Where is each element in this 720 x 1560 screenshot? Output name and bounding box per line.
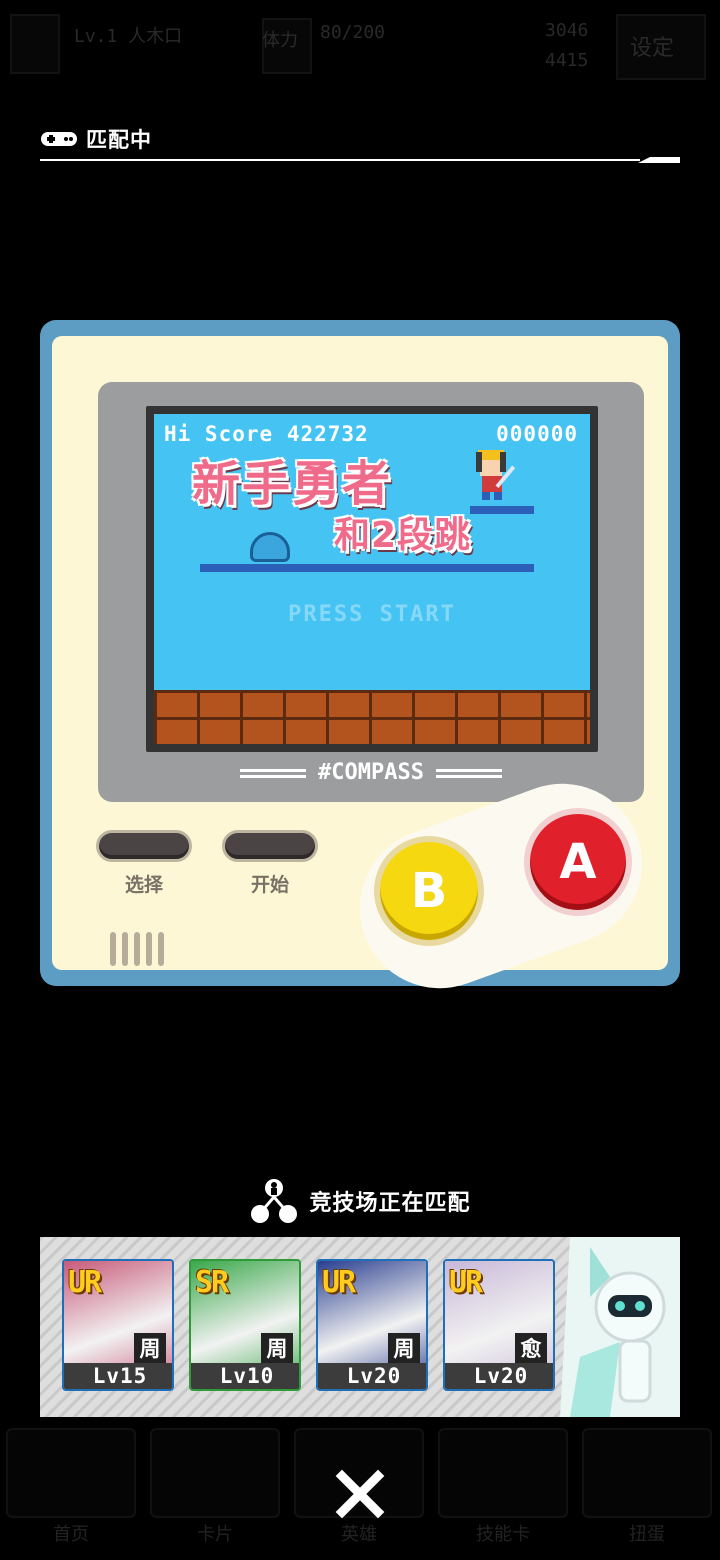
b-button[interactable]: B: [374, 836, 484, 946]
arena-status: 竞技场正在匹配: [0, 1176, 720, 1226]
grill-slot: [122, 932, 128, 966]
card-level: Lv15: [64, 1363, 172, 1389]
player-name: Lv.1 人木口: [74, 26, 183, 47]
screen-bezel: Hi Score 422732 000000 新手勇者 和2段跳 PRESS S…: [98, 382, 644, 802]
skill-card[interactable]: UR 愈 Lv20: [443, 1259, 555, 1391]
speaker-grill: [110, 932, 170, 966]
brand-dash-left: [240, 768, 307, 778]
card-rarity: UR: [322, 1265, 356, 1300]
coin-count-1: 3046: [545, 20, 589, 41]
grill-slot: [134, 932, 140, 966]
select-button[interactable]: [96, 830, 192, 862]
gamepad-icon: [40, 129, 78, 149]
stamina-label: 体力: [262, 30, 298, 51]
brand-logo: #COMPASS: [98, 760, 644, 785]
arena-team-icon: [249, 1176, 299, 1226]
close-icon[interactable]: [334, 1468, 386, 1520]
matching-header: 匹配中: [40, 122, 152, 156]
stamina-value: 80/200: [320, 22, 386, 43]
skill-card[interactable]: SR 周 Lv10: [189, 1259, 301, 1391]
console-body: Hi Score 422732 000000 新手勇者 和2段跳 PRESS S…: [52, 336, 668, 1011]
nav-label: 首页: [53, 1524, 89, 1545]
hi-score-value: 422732: [286, 422, 369, 446]
nav-icon: [582, 1428, 712, 1518]
a-label: A: [559, 834, 597, 890]
lower-platform: [200, 564, 534, 572]
brick-ground: [154, 690, 590, 744]
select-label: 选择: [124, 874, 163, 896]
game-title-line1: 新手勇者: [192, 456, 393, 512]
grill-slot: [146, 932, 152, 966]
card-role: 周: [388, 1333, 420, 1365]
card-rarity: UR: [68, 1265, 102, 1300]
skill-card-deck: UR 周 Lv15 SR 周 Lv10 UR 周 Lv20 UR 愈 Lv20: [40, 1237, 680, 1417]
card-rarity: UR: [449, 1265, 483, 1300]
a-button[interactable]: A: [524, 808, 632, 916]
game-title-line2: 和2段跳: [334, 515, 472, 556]
page-title: 匹配中: [86, 128, 152, 152]
b-label: B: [410, 863, 448, 919]
skill-card[interactable]: UR 周 Lv20: [316, 1259, 428, 1391]
brand-text: #COMPASS: [318, 760, 424, 785]
player-rank-icon: [10, 14, 60, 74]
coin-count-2: 4415: [545, 50, 589, 71]
game-screen: Hi Score 422732 000000 新手勇者 和2段跳 PRESS S…: [154, 414, 590, 744]
card-role: 周: [134, 1333, 166, 1365]
card-rarity: SR: [195, 1265, 229, 1300]
skill-card[interactable]: UR 周 Lv15: [62, 1259, 174, 1391]
slime-sprite: [250, 532, 290, 562]
current-score: 000000: [496, 422, 578, 446]
upper-platform: [470, 506, 534, 514]
card-level: Lv20: [318, 1363, 426, 1389]
nav-icon: [6, 1428, 136, 1518]
nav-label: 技能卡: [476, 1524, 530, 1545]
screen-frame: Hi Score 422732 000000 新手勇者 和2段跳 PRESS S…: [146, 406, 598, 752]
grill-slot: [110, 932, 116, 966]
progress-line: [40, 157, 680, 163]
settings-label: 设定: [630, 36, 675, 61]
card-level: Lv10: [191, 1363, 299, 1389]
hi-score: Hi Score 422732: [164, 422, 369, 446]
nav-label: 扭蛋: [629, 1524, 665, 1545]
card-role: 周: [261, 1333, 293, 1365]
handheld-console: Hi Score 422732 000000 新手勇者 和2段跳 PRESS S…: [40, 320, 680, 1011]
brand-dash-right: [435, 768, 502, 778]
hero-sprite: [476, 450, 516, 500]
grill-slot: [158, 932, 164, 966]
start-button[interactable]: [222, 830, 318, 862]
hi-score-label: Hi Score: [164, 422, 274, 446]
start-label: 开始: [250, 874, 289, 896]
arena-status-text: 竞技场正在匹配: [309, 1191, 471, 1216]
nav-icon: [150, 1428, 280, 1518]
card-role: 愈: [515, 1333, 547, 1365]
settings-button: 设定: [616, 14, 706, 80]
nav-icon: [438, 1428, 568, 1518]
card-level: Lv20: [445, 1363, 553, 1389]
hero-mascot-image: [560, 1237, 680, 1417]
nav-label: 卡片: [197, 1524, 233, 1545]
press-start-text[interactable]: PRESS START: [154, 602, 590, 627]
nav-label: 英雄: [341, 1524, 377, 1545]
background-top-bar: Lv.1 人木口 体力 80/200 3046 4415 设定: [0, 0, 720, 90]
